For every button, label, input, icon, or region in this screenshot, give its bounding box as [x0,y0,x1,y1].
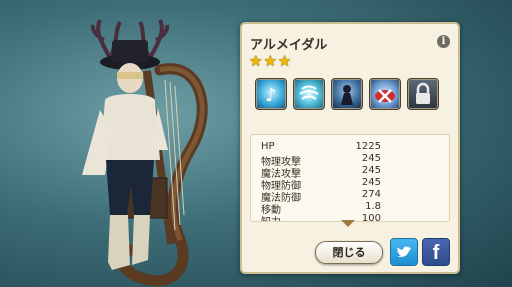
stat-value: 245 [361,153,381,164]
stat-value: 245 [361,165,381,176]
twitter-bird-icon[interactable] [390,238,418,266]
star-icon: ★ [263,52,277,70]
music-note-skill-icon[interactable]: ♪ [255,78,287,110]
lock-icon [407,78,439,110]
stat-label: HP [261,141,275,152]
skill-icons-row: ♪ [255,78,439,110]
stat-label: 知力 [261,213,281,221]
star-icon: ★ [277,52,292,70]
stats-list: HP 1225 物理攻撃 245 魔法攻撃 245 物理防御 245 魔法防御 … [250,134,450,222]
character-info-panel: アルメイダル i ★ ★ ★ ♪ HP 1225 物理攻撃 245 魔法攻撃 2… [240,22,460,274]
shadow-figure-skill-icon[interactable] [331,78,363,110]
info-button[interactable]: i [437,35,450,48]
scroll-down-chevron-icon[interactable] [341,220,355,227]
sound-wave-skill-icon[interactable] [293,78,325,110]
stat-value: 100 [361,213,381,222]
lips-cross-skill-icon[interactable] [369,78,401,110]
stat-row: 知力 100 [261,213,381,222]
stat-value: 274 [361,189,381,200]
rarity-stars: ★ ★ ★ [249,53,291,69]
stat-value: 1225 [355,141,381,152]
stat-value: 245 [361,177,381,188]
svg-text:♪: ♪ [265,85,277,106]
facebook-button[interactable]: f [422,238,450,266]
stat-value: 1.8 [365,201,381,212]
close-button[interactable]: 閉じる [315,241,383,264]
star-icon: ★ [249,52,263,70]
character-name: アルメイダル [250,38,328,53]
